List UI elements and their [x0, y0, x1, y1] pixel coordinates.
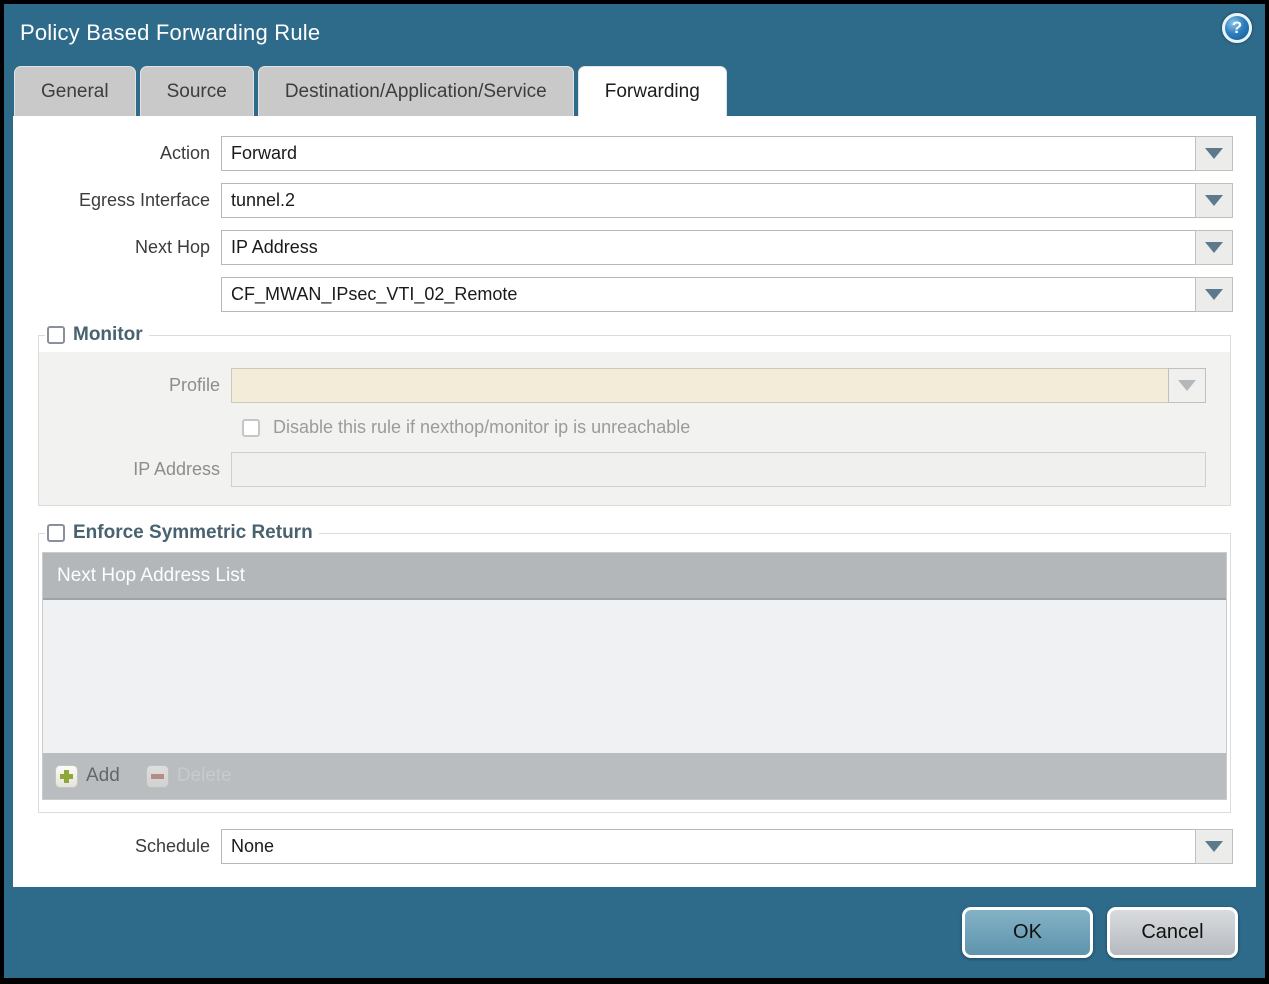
tab-bar: General Source Destination/Application/S… — [14, 66, 727, 116]
tab-label: Source — [166, 80, 227, 102]
symmetric-return-fieldset: Enforce Symmetric Return Next Hop Addres… — [38, 522, 1231, 813]
monitor-ip-input — [231, 452, 1206, 487]
next-hop-address-list-header: Next Hop Address List — [43, 553, 1226, 600]
next-hop-address-dropdown-button[interactable] — [1195, 277, 1233, 312]
monitor-checkbox[interactable] — [47, 326, 65, 344]
policy-based-forwarding-dialog: Policy Based Forwarding Rule ? General S… — [4, 4, 1265, 978]
cancel-button[interactable]: Cancel — [1107, 907, 1238, 958]
delete-button-label: Delete — [176, 765, 232, 786]
profile-label: Profile — [168, 375, 220, 395]
disable-rule-checkbox — [242, 418, 260, 437]
next-hop-address-list-body[interactable] — [43, 600, 1226, 753]
tab-label: General — [41, 80, 109, 102]
egress-interface-dropdown-button[interactable] — [1195, 183, 1233, 218]
help-icon[interactable]: ? — [1222, 13, 1252, 43]
next-hop-address-list-table: Next Hop Address List Add Delete — [42, 552, 1227, 800]
dialog-title: Policy Based Forwarding Rule — [20, 20, 321, 45]
symmetric-return-legend: Enforce Symmetric Return — [45, 522, 319, 544]
egress-interface-row: Egress Interface — [13, 183, 1233, 218]
next-hop-type-input[interactable] — [221, 230, 1195, 265]
schedule-row: Schedule — [13, 829, 1233, 864]
egress-interface-combo — [221, 183, 1233, 218]
monitor-fieldset: Monitor Profile Disable this rule if nex… — [38, 324, 1231, 506]
profile-input — [231, 368, 1168, 403]
next-hop-address-list-header-label: Next Hop Address List — [57, 564, 245, 586]
tab-destination-application-service[interactable]: Destination/Application/Service — [257, 66, 574, 116]
egress-interface-input[interactable] — [221, 183, 1195, 218]
dialog-footer: OK Cancel — [4, 885, 1265, 978]
chevron-down-icon — [1178, 380, 1196, 391]
next-hop-combo — [221, 230, 1233, 265]
chevron-down-icon — [1205, 289, 1223, 300]
symmetric-return-checkbox[interactable] — [47, 524, 65, 542]
tab-source[interactable]: Source — [139, 66, 254, 116]
monitor-ip-row: IP Address — [39, 452, 1206, 487]
tab-label: Forwarding — [604, 80, 700, 102]
add-button[interactable]: Add — [55, 764, 120, 788]
schedule-combo — [221, 829, 1233, 864]
add-button-label: Add — [86, 765, 120, 786]
chevron-down-icon — [1205, 148, 1223, 159]
chevron-down-icon — [1205, 841, 1223, 852]
next-hop-dropdown-button[interactable] — [1195, 230, 1233, 265]
minus-icon — [145, 764, 169, 788]
profile-dropdown-button — [1168, 368, 1206, 403]
next-hop-address-combo — [221, 277, 1233, 312]
schedule-dropdown-button[interactable] — [1195, 829, 1233, 864]
delete-button: Delete — [145, 764, 232, 788]
action-row: Action — [13, 136, 1233, 171]
action-input[interactable] — [221, 136, 1195, 171]
monitor-panel: Profile Disable this rule if nexthop/mon… — [39, 352, 1230, 505]
dialog-titlebar: Policy Based Forwarding Rule ? — [4, 4, 1265, 66]
chevron-down-icon — [1205, 242, 1223, 253]
plus-icon — [55, 764, 78, 788]
symmetric-return-legend-label: Enforce Symmetric Return — [73, 522, 313, 543]
monitor-disable-row: Disable this rule if nexthop/monitor ip … — [242, 417, 1230, 438]
action-label: Action — [159, 143, 210, 163]
next-hop-row: Next Hop — [13, 230, 1233, 265]
egress-interface-label: Egress Interface — [78, 190, 210, 210]
schedule-input[interactable] — [221, 829, 1195, 864]
action-combo — [221, 136, 1233, 171]
schedule-label: Schedule — [134, 836, 210, 856]
tab-forwarding[interactable]: Forwarding — [577, 66, 727, 116]
monitor-ip-label: IP Address — [133, 459, 220, 479]
chevron-down-icon — [1205, 195, 1223, 206]
tab-label: Destination/Application/Service — [284, 80, 547, 102]
next-hop-address-row — [13, 277, 1233, 312]
monitor-legend: Monitor — [45, 324, 149, 346]
disable-rule-label: Disable this rule if nexthop/monitor ip … — [273, 417, 691, 437]
next-hop-label: Next Hop — [134, 237, 210, 257]
tab-general[interactable]: General — [14, 66, 136, 116]
monitor-profile-row: Profile — [39, 368, 1206, 403]
ok-button[interactable]: OK — [962, 907, 1093, 958]
next-hop-address-list-toolbar: Add Delete — [43, 753, 1226, 799]
action-dropdown-button[interactable] — [1195, 136, 1233, 171]
help-glyph: ? — [1231, 18, 1243, 37]
monitor-legend-label: Monitor — [73, 324, 143, 345]
forwarding-tab-panel: Action Egress Interface Next Hop — [13, 116, 1256, 887]
next-hop-address-input[interactable] — [221, 277, 1195, 312]
